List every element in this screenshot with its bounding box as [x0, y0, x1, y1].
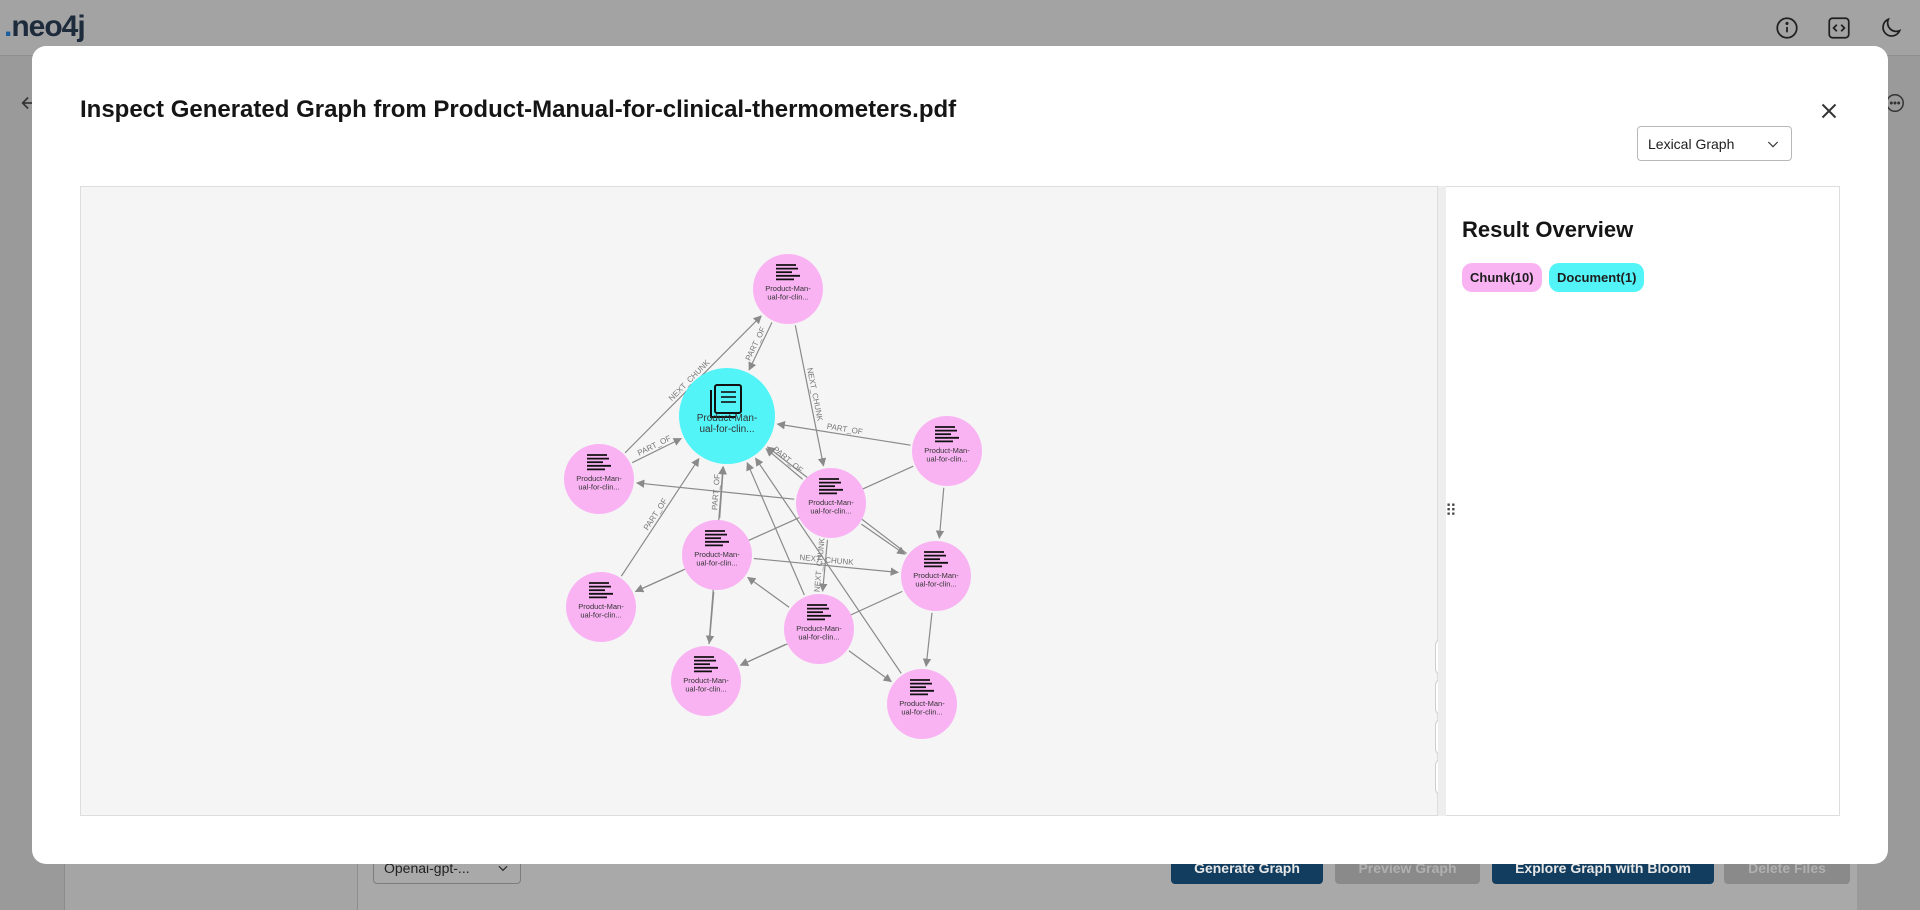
edge-label: PART_OF	[642, 497, 669, 532]
chunk-node[interactable]: Product-Man-ual-for-clin...	[912, 416, 982, 486]
node-label: ual-for-clin...	[696, 559, 737, 568]
drag-handle-icon[interactable]: ⠿	[1445, 504, 1457, 520]
graph-edge[interactable]	[705, 591, 715, 644]
moon-icon[interactable]	[1878, 15, 1904, 41]
node-label: Product-Man-	[697, 413, 758, 424]
graph-edge[interactable]	[922, 612, 933, 668]
node-label: ual-for-clin...	[580, 611, 621, 620]
chunk-node[interactable]: Product-Man-ual-for-clin...	[564, 444, 634, 514]
neo4j-logo: .neo4j	[4, 10, 86, 43]
graph-svg[interactable]: PART_OFPART_OFPART_OFPART_OFPART_OFPART_…	[81, 187, 1439, 817]
document-legend-chip[interactable]: Document(1)	[1549, 263, 1645, 292]
info-icon[interactable]	[1774, 15, 1800, 41]
result-overview-panel: Result Overview Chunk(10) Document(1)	[1438, 186, 1840, 816]
node-label: ual-for-clin...	[699, 424, 754, 435]
graph-edge[interactable]	[848, 650, 892, 683]
modal-title: Inspect Generated Graph from Product-Man…	[80, 96, 957, 123]
graph-modal: Inspect Generated Graph from Product-Man…	[32, 46, 1888, 864]
chunk-node[interactable]: Product-Man-ual-for-clin...	[682, 520, 752, 590]
result-overview-title: Result Overview	[1462, 217, 1634, 242]
node-label: ual-for-clin...	[767, 293, 808, 302]
graph-edge[interactable]	[747, 576, 790, 608]
node-label: ual-for-clin...	[901, 708, 942, 717]
edge-label: PART_OF	[771, 445, 805, 475]
graph-type-dropdown[interactable]: Lexical Graph	[1637, 126, 1792, 161]
node-label: ual-for-clin...	[578, 483, 619, 492]
graph-canvas[interactable]: PART_OF PART_OF PART_OF PART_OF PART_OF PART_…	[80, 186, 1471, 817]
chunk-node[interactable]: Product-Man-ual-for-clin...	[901, 541, 971, 611]
chunk-node[interactable]: Product-Man-ual-for-clin...	[566, 572, 636, 642]
node-label: ual-for-clin...	[810, 507, 851, 516]
node-label: ual-for-clin...	[798, 633, 839, 642]
document-node[interactable]: Product-Man-ual-for-clin...	[679, 368, 775, 464]
panel-resize-handle[interactable]	[1438, 186, 1446, 816]
chevron-down-icon	[1767, 141, 1779, 148]
chunk-node[interactable]: Product-Man-ual-for-clin...	[753, 254, 823, 324]
close-icon[interactable]	[1816, 98, 1842, 124]
chunk-node[interactable]: Product-Man-ual-for-clin...	[887, 669, 957, 739]
node-label: ual-for-clin...	[915, 580, 956, 589]
node-label: ual-for-clin...	[685, 685, 726, 694]
chunk-node[interactable]: Product-Man-ual-for-clin...	[671, 646, 741, 716]
graph-edge[interactable]	[634, 569, 684, 593]
edge-label: NEXT_CHUNK	[805, 367, 825, 423]
node-label: ual-for-clin...	[926, 455, 967, 464]
graph-edge[interactable]	[935, 487, 945, 539]
code-icon[interactable]	[1826, 15, 1852, 41]
graph-edge[interactable]	[861, 523, 906, 555]
chunk-node[interactable]: Product-Man-ual-for-clin...	[796, 468, 866, 538]
chunk-node[interactable]: Product-Man-ual-for-clin...	[784, 594, 854, 664]
chunk-legend-chip[interactable]: Chunk(10)	[1462, 263, 1542, 292]
graph-edge[interactable]	[746, 462, 805, 596]
